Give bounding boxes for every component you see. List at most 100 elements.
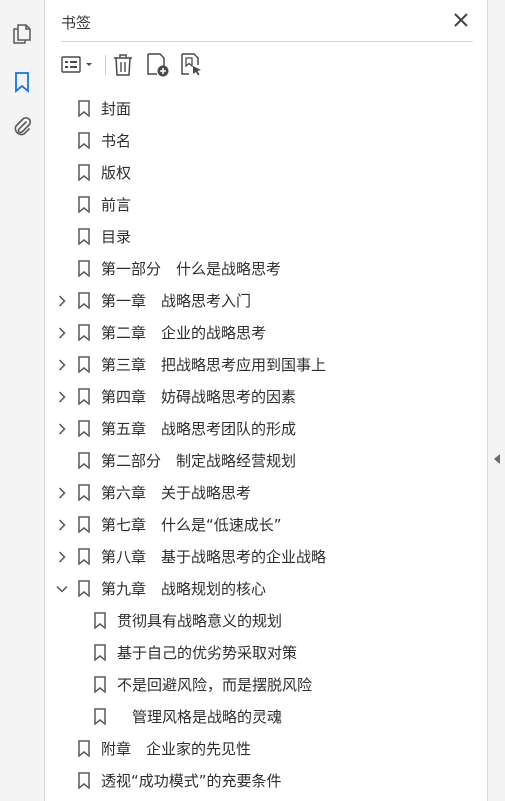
chevron-right-icon[interactable] <box>56 550 68 564</box>
bookmark-row[interactable]: 附章 企业家的先见性 <box>46 733 487 765</box>
bookmark-label: 第七章 什么是“低速成长” <box>101 516 282 534</box>
toolbar-divider <box>105 55 106 75</box>
trash-icon <box>114 54 132 76</box>
chevron-right-icon[interactable] <box>56 518 68 532</box>
bookmark-row[interactable]: 第二部分 制定战略经营规划 <box>46 445 487 477</box>
bookmark-icon <box>77 196 91 214</box>
bookmark-icon <box>15 72 29 93</box>
bookmark-icon <box>93 644 107 662</box>
bookmark-row[interactable]: 基于自己的优劣势采取对策 <box>46 637 487 669</box>
bookmark-icon <box>77 420 91 438</box>
bookmark-label: 第九章 战略规划的核心 <box>101 580 267 598</box>
find-bookmark-button[interactable] <box>179 51 205 79</box>
bookmark-label: 版权 <box>101 164 132 182</box>
delete-bookmark-button[interactable] <box>111 51 135 79</box>
bookmark-row[interactable]: 第二章 企业的战略思考 <box>46 317 487 349</box>
bookmark-icon <box>77 548 91 566</box>
new-bookmark-icon <box>147 53 169 77</box>
bookmark-icon <box>77 772 91 790</box>
bookmark-icon <box>93 708 107 726</box>
bookmark-row[interactable]: 目录 <box>46 221 487 253</box>
chevron-down-icon[interactable] <box>56 582 68 596</box>
bookmark-label: 透视“成功模式”的充要条件 <box>101 772 282 790</box>
bookmark-label: 前言 <box>101 196 132 214</box>
bookmark-row[interactable]: 版权 <box>46 157 487 189</box>
close-icon <box>454 13 468 27</box>
bookmark-label: 不是回避风险，而是摆脱风险 <box>117 676 313 694</box>
bookmark-icon <box>77 580 91 598</box>
bookmark-icon <box>77 484 91 502</box>
find-bookmark-icon <box>181 53 201 76</box>
panel-header: 书签 <box>61 8 473 42</box>
bookmark-icon <box>77 132 91 150</box>
bookmark-label: 第六章 关于战略思考 <box>101 484 252 502</box>
bookmark-label: 封面 <box>101 100 132 118</box>
bookmark-label: 第五章 战略思考团队的形成 <box>101 420 297 438</box>
bookmark-label: 第一章 战略思考入门 <box>101 292 252 310</box>
page-thumbnails-button[interactable] <box>8 20 36 48</box>
panel-title: 书签 <box>61 14 92 32</box>
close-button[interactable] <box>451 10 471 30</box>
bookmark-icon <box>93 612 107 630</box>
bookmark-row[interactable]: 第四章 妨碍战略思考的因素 <box>46 381 487 413</box>
bookmark-icon <box>93 676 107 694</box>
bookmark-label: 第三章 把战略思考应用到国事上 <box>101 356 327 374</box>
bookmark-row[interactable]: 第八章 基于战略思考的企业战略 <box>46 541 487 573</box>
chevron-right-icon[interactable] <box>56 326 68 340</box>
bookmark-icon <box>77 228 91 246</box>
bookmark-label: 第一部分 什么是战略思考 <box>101 260 282 278</box>
bookmark-label: 附章 企业家的先见性 <box>101 740 252 758</box>
chevron-right-icon[interactable] <box>56 486 68 500</box>
bookmark-row[interactable]: 第九章 战略规划的核心 <box>46 573 487 605</box>
bookmark-label: 贯彻具有战略意义的规划 <box>117 612 283 630</box>
attachments-button[interactable] <box>8 113 36 141</box>
bookmark-label: 第二部分 制定战略经营规划 <box>101 452 297 470</box>
bookmarks-toolbar <box>61 50 473 80</box>
bookmark-row[interactable]: 第七章 什么是“低速成长” <box>46 509 487 541</box>
bookmark-label: 第四章 妨碍战略思考的因素 <box>101 388 297 406</box>
right-rail <box>487 0 505 801</box>
bookmark-row[interactable]: 封面 <box>46 93 487 125</box>
bookmark-icon <box>77 356 91 374</box>
bookmark-row[interactable]: 第一章 战略思考入门 <box>46 285 487 317</box>
chevron-right-icon[interactable] <box>56 294 68 308</box>
bookmark-row[interactable]: 管理风格是战略的灵魂 <box>46 701 487 733</box>
collapse-panel-button[interactable] <box>492 452 502 466</box>
bookmarks-panel: 书签 封面 书名 版权 前言 目录 第一部分 什么是战略思考 第一章 战略思考入… <box>46 0 487 801</box>
chevron-right-icon[interactable] <box>56 390 68 404</box>
bookmark-icon <box>77 452 91 470</box>
bookmark-label: 第二章 企业的战略思考 <box>101 324 267 342</box>
chevron-right-icon[interactable] <box>56 358 68 372</box>
bookmark-row[interactable]: 第一部分 什么是战略思考 <box>46 253 487 285</box>
bookmark-icon <box>77 260 91 278</box>
bookmark-icon <box>77 740 91 758</box>
caret-left-icon <box>494 454 500 464</box>
bookmark-row[interactable]: 书名 <box>46 125 487 157</box>
bookmark-row[interactable]: 第六章 关于战略思考 <box>46 477 487 509</box>
bookmark-row[interactable]: 前言 <box>46 189 487 221</box>
bookmark-row[interactable]: 透视“成功模式”的充要条件 <box>46 765 487 797</box>
bookmarks-panel-button[interactable] <box>8 68 36 96</box>
new-bookmark-button[interactable] <box>145 51 171 79</box>
options-menu-button[interactable] <box>61 51 97 79</box>
bookmark-icon <box>77 388 91 406</box>
bookmark-row[interactable]: 不是回避风险，而是摆脱风险 <box>46 669 487 701</box>
list-options-icon <box>61 56 92 73</box>
bookmark-label: 目录 <box>101 228 132 246</box>
bookmark-icon <box>77 100 91 118</box>
left-navigation-rail <box>0 0 45 801</box>
bookmark-icon <box>77 292 91 310</box>
chevron-right-icon[interactable] <box>56 422 68 436</box>
bookmark-label: 基于自己的优劣势采取对策 <box>117 644 298 662</box>
bookmark-icon <box>77 164 91 182</box>
paperclip-icon <box>14 116 32 136</box>
bookmark-label: 管理风格是战略的灵魂 <box>117 708 283 726</box>
bookmark-label: 书名 <box>101 132 132 150</box>
bookmark-icon <box>77 516 91 534</box>
pages-icon <box>13 24 31 44</box>
bookmark-row[interactable]: 贯彻具有战略意义的规划 <box>46 605 487 637</box>
bookmark-row[interactable]: 第三章 把战略思考应用到国事上 <box>46 349 487 381</box>
bookmark-row[interactable]: 第五章 战略思考团队的形成 <box>46 413 487 445</box>
bookmark-icon <box>77 324 91 342</box>
bookmark-label: 第八章 基于战略思考的企业战略 <box>101 548 327 566</box>
